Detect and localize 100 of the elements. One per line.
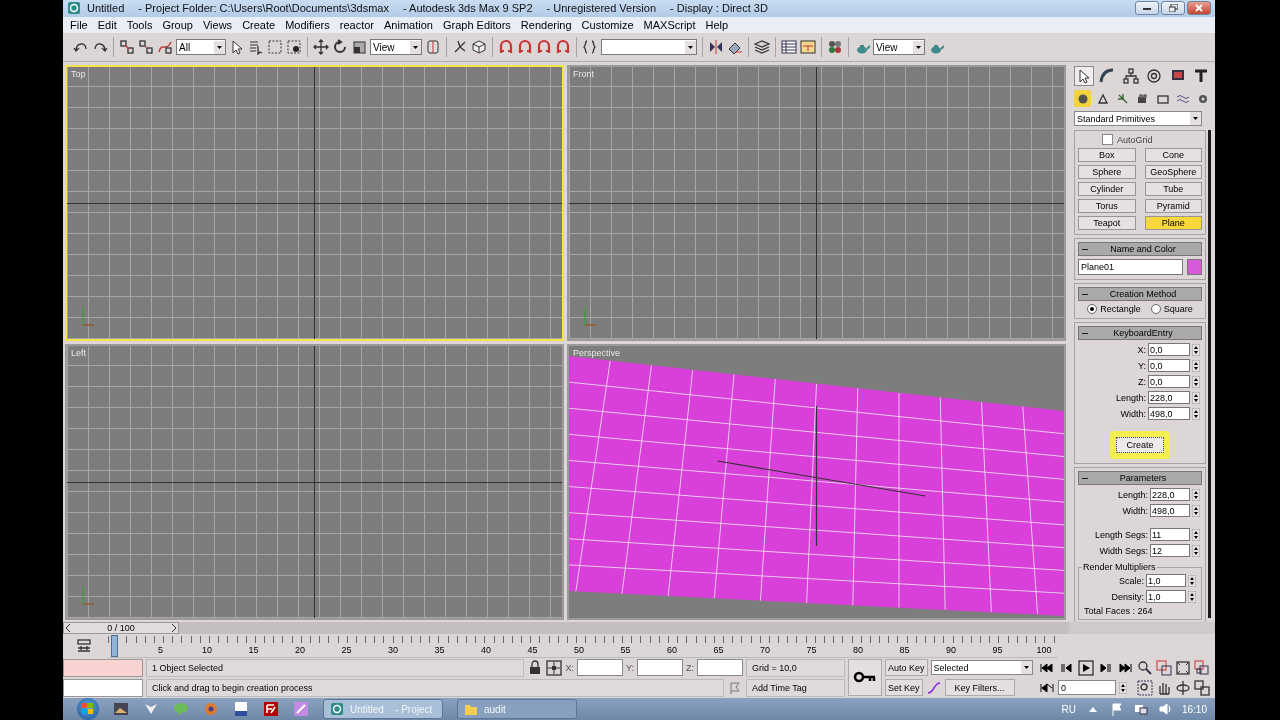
- zoom-all-icon[interactable]: [1156, 659, 1172, 676]
- rollout-header[interactable]: Parameters: [1078, 471, 1202, 486]
- time-slider-thumb[interactable]: 0 / 100: [63, 622, 179, 635]
- speaker-icon[interactable]: [1157, 702, 1172, 716]
- number-field[interactable]: 228,0: [1150, 488, 1190, 502]
- track-bar[interactable]: 5 10 15 20 25 30 35 40 45 50 55 60 65 70 75 80 85 90 95 100: [108, 634, 1058, 658]
- menu-item[interactable]: Customize: [576, 19, 639, 32]
- create-tab[interactable]: [1074, 66, 1094, 87]
- number-field[interactable]: 498,0: [1150, 504, 1190, 518]
- viewport[interactable]: Left: [65, 344, 564, 621]
- curve-editor-icon[interactable]: [781, 39, 797, 56]
- object-type-button[interactable]: Tube: [1144, 182, 1202, 197]
- key-tangent-icon[interactable]: [925, 679, 942, 696]
- color-swatch[interactable]: [1187, 259, 1202, 276]
- spinner-icon[interactable]: [1192, 528, 1200, 541]
- radio-button[interactable]: [1087, 304, 1098, 315]
- orbit-icon[interactable]: [1175, 679, 1191, 696]
- zoom-region-icon[interactable]: [1137, 679, 1153, 696]
- link-icon[interactable]: [119, 39, 135, 56]
- number-field[interactable]: 12: [1150, 544, 1190, 558]
- menu-item[interactable]: Animation: [379, 19, 438, 32]
- mirror-icon[interactable]: [708, 39, 724, 56]
- viewport-label[interactable]: Left: [71, 348, 86, 359]
- render-view-dropdown[interactable]: View: [873, 39, 925, 56]
- dropdown-caret-icon[interactable]: [410, 40, 421, 54]
- viewport[interactable]: Perspective: [567, 344, 1066, 621]
- coordinate-field[interactable]: [637, 659, 683, 677]
- object-type-button[interactable]: Cylinder: [1078, 182, 1136, 197]
- script-listener-field[interactable]: [63, 658, 143, 677]
- menu-item[interactable]: Tools: [121, 19, 158, 32]
- rollout-header[interactable]: Name and Color: [1078, 242, 1202, 257]
- frame-spinner-icon[interactable]: [1119, 681, 1127, 694]
- minimize-button[interactable]: [1135, 1, 1159, 16]
- restore-button[interactable]: [1161, 1, 1185, 16]
- auto-key-button[interactable]: Auto Key: [885, 659, 928, 677]
- spinner-icon[interactable]: [1192, 343, 1200, 356]
- number-field[interactable]: 0,0: [1148, 375, 1190, 389]
- key-filters-button[interactable]: Key Filters...: [944, 679, 1015, 697]
- absolute-mode-icon[interactable]: [546, 659, 563, 676]
- coordinate-system-dropdown[interactable]: View: [370, 39, 422, 56]
- set-key-button[interactable]: [848, 658, 882, 696]
- object-type-button[interactable]: Teapot: [1078, 216, 1136, 231]
- spinner-icon[interactable]: [1192, 359, 1200, 372]
- number-field[interactable]: 1,0: [1146, 590, 1186, 604]
- spinner-icon[interactable]: [1192, 488, 1200, 501]
- key-mode-dropdown[interactable]: Selected: [930, 660, 1033, 676]
- object-type-button[interactable]: GeoSphere: [1144, 165, 1202, 180]
- dropdown-caret-icon[interactable]: [1020, 661, 1032, 675]
- schematic-view-icon[interactable]: [800, 39, 816, 56]
- number-field[interactable]: 0,0: [1148, 343, 1190, 357]
- time-slider-track[interactable]: 0 / 100: [63, 622, 1069, 635]
- named-selection-dropdown[interactable]: [601, 39, 697, 56]
- start-button[interactable]: [77, 698, 99, 720]
- menu-item[interactable]: Graph Editors: [437, 19, 516, 32]
- autogrid-checkbox[interactable]: [1102, 134, 1113, 146]
- angle-snap-icon[interactable]: [517, 39, 533, 56]
- scrollbar[interactable]: [1208, 130, 1211, 619]
- hierarchy-tab[interactable]: [1120, 66, 1141, 87]
- object-class-dropdown[interactable]: Standard Primitives: [1074, 111, 1202, 127]
- dropdown-caret-icon[interactable]: [913, 40, 924, 54]
- object-name-field[interactable]: Plane01: [1078, 259, 1183, 276]
- object-type-button[interactable]: Box: [1078, 148, 1136, 163]
- ftp-client-icon[interactable]: [263, 701, 279, 717]
- object-type-button[interactable]: Torus: [1078, 199, 1136, 214]
- menu-item[interactable]: MAXScript: [638, 19, 701, 32]
- menu-item[interactable]: Group: [157, 19, 198, 32]
- rollout-header[interactable]: Creation Method: [1078, 287, 1202, 302]
- move-icon[interactable]: [313, 39, 329, 56]
- spinner-icon[interactable]: [1188, 574, 1196, 587]
- coordinate-field[interactable]: [577, 659, 623, 677]
- flag-icon[interactable]: [1109, 702, 1124, 716]
- menu-item[interactable]: reactor: [334, 19, 380, 32]
- zoom-icon[interactable]: [1137, 659, 1153, 676]
- add-time-tag-button[interactable]: Add Time Tag: [746, 678, 845, 697]
- current-frame-field[interactable]: 0: [1058, 680, 1116, 696]
- close-button[interactable]: [1187, 1, 1211, 16]
- network-icon[interactable]: [1133, 702, 1148, 716]
- spinner-icon[interactable]: [1192, 375, 1200, 388]
- window-crossing-icon[interactable]: [286, 39, 302, 56]
- viewport-label[interactable]: Top: [71, 69, 86, 80]
- menu-item[interactable]: Views: [197, 19, 238, 32]
- select-by-name-icon[interactable]: [248, 39, 264, 56]
- spinner-icon[interactable]: [1192, 544, 1200, 557]
- spinner-icon[interactable]: [1188, 590, 1196, 603]
- number-field[interactable]: 0,0: [1148, 359, 1190, 373]
- spinner-icon[interactable]: [1192, 407, 1200, 420]
- menu-item[interactable]: Create: [237, 19, 281, 32]
- geometry-tab[interactable]: [1074, 90, 1091, 108]
- script-listener-field[interactable]: [63, 678, 143, 697]
- maximize-viewport-icon[interactable]: [1194, 679, 1210, 696]
- menu-item[interactable]: File: [65, 19, 93, 32]
- menu-item[interactable]: Help: [700, 19, 734, 32]
- named-selection-icon[interactable]: [582, 39, 598, 56]
- object-type-button[interactable]: Pyramid: [1144, 199, 1202, 214]
- scale-icon[interactable]: [351, 39, 367, 56]
- unlink-icon[interactable]: [138, 39, 154, 56]
- material-editor-icon[interactable]: [827, 39, 843, 56]
- frame-marker[interactable]: [111, 635, 118, 658]
- layers-icon[interactable]: [754, 39, 770, 56]
- spinner-icon[interactable]: [1192, 504, 1200, 517]
